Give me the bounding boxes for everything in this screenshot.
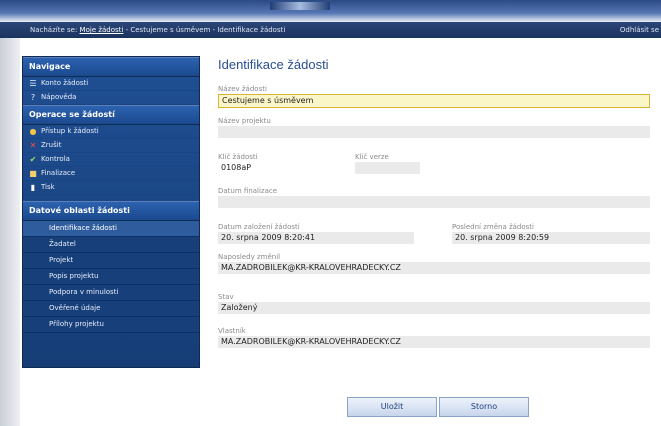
field-vlastnik: Vlastník MA.ZADROBILEK@KR-KRALOVEHRADECK… xyxy=(218,326,650,348)
field-label: Naposledy změnil xyxy=(218,253,281,261)
field-label: Poslední změna žádosti xyxy=(452,223,534,231)
breadcrumb-link-moje-zadosti[interactable]: Moje žádosti xyxy=(80,26,124,34)
field-label: Datum založení žádosti xyxy=(218,223,300,231)
breadcrumb-application: Cestujeme s úsměvem xyxy=(130,26,211,34)
sidebar-item-napoveda[interactable]: ? Nápověda xyxy=(23,91,199,105)
field-label: Stav xyxy=(218,293,234,301)
sidebar-item-finalizace[interactable]: ■ Finalizace xyxy=(23,167,199,181)
field-hash-verze: Klíč verze xyxy=(355,152,420,174)
check-icon: ✔ xyxy=(29,154,37,164)
vlastnik-value: MA.ZADROBILEK@KR-KRALOVEHRADECKY.CZ xyxy=(218,336,650,348)
sidebar-item-projekt[interactable]: Projekt xyxy=(23,253,199,269)
field-label: Klíč verze xyxy=(355,153,389,161)
sidebar-item-pristup[interactable]: ● Přístup k žádosti xyxy=(23,125,199,139)
logout-link[interactable]: Odhlásit se xyxy=(620,22,659,38)
sidebar-item-identifikace[interactable]: Identifikace žádosti xyxy=(23,221,199,237)
sidebar-item-podpora[interactable]: Podpora v minulosti xyxy=(23,285,199,301)
field-label: Datum finalizace xyxy=(218,187,278,195)
sidebar-item-label: Konto žádosti xyxy=(41,79,89,87)
field-naposledy-zmenil: Naposledy změnil MA.ZADROBILEK@KR-KRALOV… xyxy=(218,252,650,274)
sidebar-item-zadatel[interactable]: Žadatel xyxy=(23,237,199,253)
nazev-projektu-value xyxy=(218,126,650,138)
list-icon: ☰ xyxy=(29,78,37,88)
breadcrumb: Nacházíte se: Moje žádosti - Cestujeme s… xyxy=(30,26,286,34)
field-nazev-projektu: Název projektu xyxy=(218,116,650,138)
lock-icon: ■ xyxy=(29,168,37,178)
save-button[interactable]: Uložit xyxy=(347,397,437,417)
datum-zalozeni-value: 20. srpna 2009 8:20:41 xyxy=(218,232,414,244)
field-datum-finalizace: Datum finalizace xyxy=(218,186,650,208)
cancel-button[interactable]: Storno xyxy=(439,397,529,417)
top-banner xyxy=(0,0,661,22)
sidebar-item-label: Přístup k žádosti xyxy=(41,127,99,135)
field-nazev-zadosti: Název žádosti Cestujeme s úsměvem xyxy=(218,84,650,108)
users-icon: ● xyxy=(29,126,37,136)
sidebar: Navigace ☰ Konto žádosti ? Nápověda Oper… xyxy=(22,56,200,368)
banner-decoration xyxy=(270,2,330,10)
page-title: Identifikace žádosti xyxy=(218,57,329,72)
sidebar-section-navigation: Navigace xyxy=(23,57,199,77)
cross-icon: ✕ xyxy=(29,140,37,150)
field-posledni-zmena: Poslední změna žádosti 20. srpna 2009 8:… xyxy=(452,222,650,244)
breadcrumb-current: Identifikace žádosti xyxy=(217,26,286,34)
sidebar-item-label: Nápověda xyxy=(41,93,77,101)
sidebar-item-label: Kontrola xyxy=(41,155,70,163)
stav-value: Založený xyxy=(218,302,650,314)
sidebar-item-overene-udaje[interactable]: Ověřené údaje xyxy=(23,301,199,317)
field-hash-zadosti: Klíč žádosti 0108aP xyxy=(218,152,318,174)
nazev-zadosti-input[interactable]: Cestujeme s úsměvem xyxy=(218,94,650,108)
left-gutter xyxy=(0,38,20,426)
sidebar-item-kontrola[interactable]: ✔ Kontrola xyxy=(23,153,199,167)
sidebar-item-label: Tisk xyxy=(41,183,55,191)
breadcrumb-prefix: Nacházíte se: xyxy=(30,26,78,34)
sidebar-item-konto[interactable]: ☰ Konto žádosti xyxy=(23,77,199,91)
form-buttons: Uložit Storno xyxy=(347,397,529,417)
datum-finalizace-value xyxy=(218,196,650,208)
help-icon: ? xyxy=(30,92,36,102)
sidebar-item-zrusit[interactable]: ✕ Zrušit xyxy=(23,139,199,153)
hash-verze-value xyxy=(355,162,420,174)
print-icon: ▮ xyxy=(30,182,36,192)
hash-zadosti-value: 0108aP xyxy=(218,162,318,174)
field-label: Vlastník xyxy=(218,327,246,335)
field-label: Klíč žádosti xyxy=(218,153,258,161)
main-form: Identifikace žádosti Název žádosti Cestu… xyxy=(218,56,654,348)
sidebar-section-data-areas: Datové oblasti žádosti xyxy=(23,201,199,221)
field-label: Název projektu xyxy=(218,117,271,125)
breadcrumb-bar: Nacházíte se: Moje žádosti - Cestujeme s… xyxy=(0,22,661,38)
sidebar-item-popis-projektu[interactable]: Popis projektu xyxy=(23,269,199,285)
naposledy-zmenil-value: MA.ZADROBILEK@KR-KRALOVEHRADECKY.CZ xyxy=(218,262,650,274)
posledni-zmena-value: 20. srpna 2009 8:20:59 xyxy=(452,232,650,244)
sidebar-section-operations: Operace se žádostí xyxy=(23,105,199,125)
sidebar-item-prilohy[interactable]: Přílohy projektu xyxy=(23,317,199,333)
sidebar-item-tisk[interactable]: ▮ Tisk xyxy=(23,181,199,195)
sidebar-item-label: Finalizace xyxy=(41,169,76,177)
field-datum-zalozeni: Datum založení žádosti 20. srpna 2009 8:… xyxy=(218,222,414,244)
field-label: Název žádosti xyxy=(218,85,267,93)
field-stav: Stav Založený xyxy=(218,292,650,314)
sidebar-item-label: Zrušit xyxy=(41,141,62,149)
